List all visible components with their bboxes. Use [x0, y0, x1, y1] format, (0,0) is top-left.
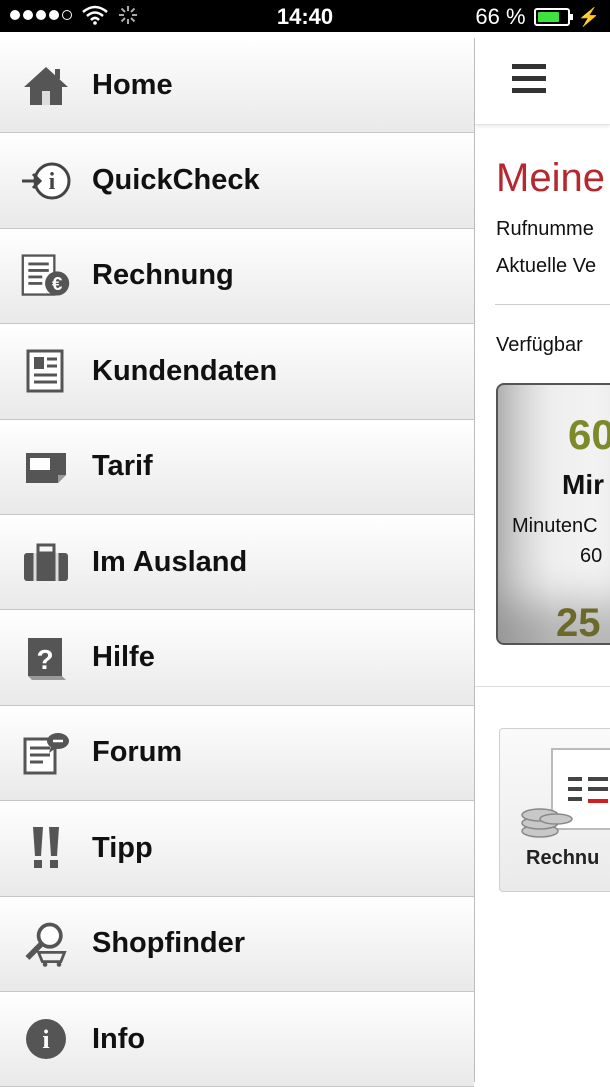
- menu-item-quickcheck[interactable]: i QuickCheck: [0, 133, 474, 229]
- menu-item-kundendaten[interactable]: Kundendaten: [0, 324, 474, 420]
- info-icon: i: [20, 1013, 72, 1065]
- help-icon: ?: [20, 632, 72, 684]
- divider: [495, 304, 610, 305]
- menu-label: Hilfe: [92, 641, 155, 674]
- available-label: Verfügbar: [496, 334, 583, 356]
- menu-label: Shopfinder: [92, 927, 246, 960]
- menu-item-im-ausland[interactable]: Im Ausland: [0, 514, 474, 611]
- tip-exclamation-icon: [20, 822, 72, 874]
- shopfinder-icon: [20, 918, 72, 970]
- svg-text:i: i: [42, 1025, 49, 1054]
- page-title: Meine: [496, 156, 605, 200]
- card-subtitle: MinutenC: [512, 515, 598, 537]
- invoice-euro-icon: €: [20, 250, 72, 302]
- menu-item-tarif[interactable]: Tarif: [0, 419, 474, 515]
- customer-data-icon: [20, 345, 72, 397]
- quickcheck-icon: i: [20, 155, 72, 207]
- menu-item-hilfe[interactable]: ? Hilfe: [0, 610, 474, 706]
- card-unit: Mir: [562, 469, 604, 500]
- svg-text:€: €: [52, 273, 62, 294]
- menu-item-info[interactable]: i Info: [0, 991, 474, 1087]
- home-icon: [20, 59, 72, 111]
- menu-label: Im Ausland: [92, 545, 248, 578]
- invoice-coins-icon: [521, 748, 610, 838]
- menu-item-shopfinder[interactable]: Shopfinder: [0, 896, 474, 992]
- current-contract-label: Aktuelle Ve: [496, 255, 597, 277]
- side-menu: Home i QuickCheck € Rechnung Kundendaten…: [0, 38, 475, 1087]
- tile-label: Rechnu: [526, 847, 600, 869]
- menu-label: Kundendaten: [92, 354, 278, 387]
- menu-item-forum[interactable]: Forum: [0, 705, 474, 802]
- forum-icon: [20, 727, 72, 779]
- hamburger-menu-icon[interactable]: [512, 64, 546, 100]
- svg-text:?: ?: [36, 644, 53, 675]
- battery-percent: 66 %: [475, 4, 526, 29]
- top-navigation-bar: [475, 38, 610, 125]
- suitcase-icon: [20, 536, 72, 588]
- battery-area: 66 % ⚡: [475, 4, 600, 30]
- svg-text:i: i: [49, 169, 56, 195]
- battery-icon: [533, 8, 573, 26]
- phone-number-label: Rufnumme: [496, 218, 594, 240]
- menu-label: Tarif: [92, 450, 153, 483]
- menu-label: Info: [92, 1022, 146, 1055]
- section-divider: [475, 686, 610, 687]
- menu-item-rechnung[interactable]: € Rechnung: [0, 228, 474, 325]
- menu-label: Tipp: [92, 831, 153, 864]
- rechnung-tile[interactable]: Rechnu: [499, 728, 610, 892]
- tariff-card-icon: [20, 441, 72, 493]
- menu-label: Home: [92, 68, 173, 101]
- minutes-card[interactable]: 60 Mir MinutenC 60 25: [496, 383, 610, 645]
- menu-label: Rechnung: [92, 259, 234, 292]
- charging-icon: ⚡: [577, 6, 600, 27]
- main-content: Meine Rufnumme Aktuelle Ve Verfügbar 60 …: [475, 38, 610, 1082]
- status-bar: 14:40 66 % ⚡: [0, 0, 610, 32]
- card-number: 60: [568, 411, 610, 458]
- menu-label: QuickCheck: [92, 164, 260, 197]
- card-subtitle-value: 60: [580, 545, 603, 567]
- menu-item-tipp[interactable]: Tipp: [0, 801, 474, 897]
- menu-label: Forum: [92, 736, 183, 769]
- card-remaining: 25: [556, 601, 601, 645]
- menu-item-home[interactable]: Home: [0, 38, 474, 134]
